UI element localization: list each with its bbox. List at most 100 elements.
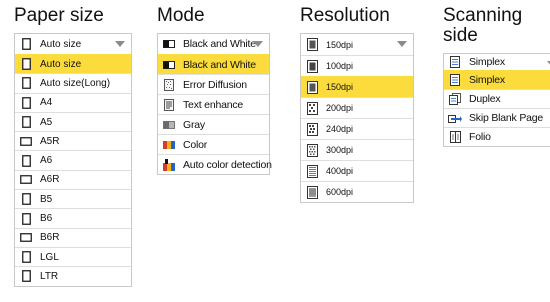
resolution-column: Resolution [300,0,420,26]
list-item-label: 200dpi [326,103,354,113]
list-item[interactable]: B6 [15,208,131,227]
page-landscape-icon [19,134,33,148]
list-item-label: B5 [40,193,53,205]
list-item[interactable]: B6R [15,227,131,247]
list-item-label: A5 [40,116,53,128]
list-item[interactable]: Text enhance [158,94,269,114]
list-item[interactable]: A6 [15,150,131,169]
dpi-150-icon [305,80,319,94]
dpi-200-icon [305,101,319,115]
page-portrait-icon [19,37,33,51]
page-portrait-icon [19,115,33,129]
list-item[interactable]: 300dpi [301,139,413,160]
dpi-600-icon [305,185,319,199]
list-item[interactable]: A5 [15,111,131,131]
mode-column: Mode [157,0,277,26]
list-item[interactable]: Auto color detection [158,154,272,174]
list-item-label: 240dpi [326,124,354,134]
dpi-300-icon [305,143,319,157]
list-item[interactable]: LTR [15,266,131,285]
scanning-side-options: Simplex Duplex Skip Blank Page Folio [444,70,550,146]
error-diffusion-icon [162,78,176,92]
paper-size-select[interactable]: Auto size [15,34,131,54]
list-item-label: A6R [40,174,60,186]
duplex-icon [448,92,462,106]
list-item[interactable]: Duplex [444,89,550,108]
list-item[interactable]: Skip Blank Page [444,108,550,127]
list-item[interactable]: Black and White [158,54,269,74]
page-portrait-icon [19,76,33,90]
list-item[interactable]: Auto size(Long) [15,73,131,92]
paper-size-title: Paper size [14,5,104,26]
page-portrait-icon [19,212,33,226]
scanning-side-title-line1: Scanning [443,5,523,26]
list-item-label: B6 [40,213,53,225]
list-item[interactable]: Color [158,134,269,154]
page-portrait-icon [19,154,33,168]
paper-size-dropdown[interactable]: Auto size Auto size Auto size(Long) A4 A5 A5… [14,33,132,287]
list-item[interactable]: B5 [15,189,131,208]
list-item[interactable]: Error Diffusion [158,74,269,94]
scanning-side-select[interactable]: Simplex [444,54,550,70]
chevron-down-icon[interactable] [397,41,407,47]
list-item-label: LTR [40,270,59,282]
scanning-side-dropdown[interactable]: Simplex Simplex Duplex Skip Blank Page Foli… [443,53,550,147]
list-item[interactable]: Gray [158,114,269,134]
scanning-side-title-line2: side [443,25,478,46]
list-item-label: 400dpi [326,166,354,176]
color-icon [162,138,176,152]
simplex-icon [448,55,462,69]
black-white-icon [162,58,176,72]
page-portrait-icon [19,269,33,283]
list-item-label: Auto color detection [183,158,272,171]
paper-size-options: Auto size Auto size(Long) A4 A5 A5R A6 A6R B5 B6… [15,54,131,286]
resolution-options: 100dpi 150dpi 200dpi 240dpi 300dpi 400dpi 600d… [301,55,413,202]
chevron-down-icon[interactable] [253,41,263,47]
list-item[interactable]: Folio [444,127,550,146]
list-item-label: LGL [40,251,59,263]
list-item[interactable]: 200dpi [301,97,413,118]
list-item-label: 300dpi [326,145,354,155]
list-item-label: Simplex [469,74,505,86]
dpi-150-icon [305,38,319,52]
list-item[interactable]: LGL [15,246,131,266]
auto-color-icon [162,158,176,172]
list-item[interactable]: 100dpi [301,55,413,76]
paper-size-column: Paper size [14,0,144,26]
list-item[interactable]: A4 [15,92,131,112]
gray-icon [162,118,176,132]
chevron-down-icon[interactable] [115,41,125,47]
dpi-100-icon [305,59,319,73]
list-item[interactable]: A6R [15,169,131,189]
list-item-label: A4 [40,97,53,109]
list-item-label: 150dpi [326,82,354,92]
list-item-label: A6 [40,155,53,167]
list-item-label: Auto size [40,58,82,70]
mode-selected-value: Black and White [183,38,256,50]
list-item-label: Auto size(Long) [40,77,111,89]
resolution-select[interactable]: 150dpi [301,34,413,55]
mode-dropdown[interactable]: Black and White Black and White Error Dif… [157,33,272,175]
list-item-label: Gray [183,118,205,131]
list-item-label: B6R [40,232,60,244]
list-item[interactable]: 150dpi [301,76,413,97]
page-landscape-icon [19,231,33,245]
list-item[interactable]: 240dpi [301,118,413,139]
mode-options: Black and White Error Diffusion Text enhan… [158,54,272,174]
list-item[interactable]: Auto size [15,54,131,74]
list-item-label: Color [183,138,208,151]
list-item[interactable]: 400dpi [301,160,413,181]
list-item[interactable]: 600dpi [301,181,413,202]
mode-select[interactable]: Black and White [158,34,269,54]
list-item-label: A5R [40,135,60,147]
skip-blank-page-icon [448,111,462,125]
black-white-icon [162,37,176,51]
resolution-dropdown[interactable]: 150dpi 100dpi 150dpi 200dpi 240dpi 300dpi 400… [300,33,414,203]
page-portrait-icon [19,250,33,264]
list-item-label: 600dpi [326,187,354,197]
list-item[interactable]: A5R [15,131,131,150]
scanning-side-column: Scanning side [443,0,550,46]
mode-title: Mode [157,5,205,26]
list-item[interactable]: Simplex [444,70,550,89]
page-portrait-icon [19,57,33,71]
